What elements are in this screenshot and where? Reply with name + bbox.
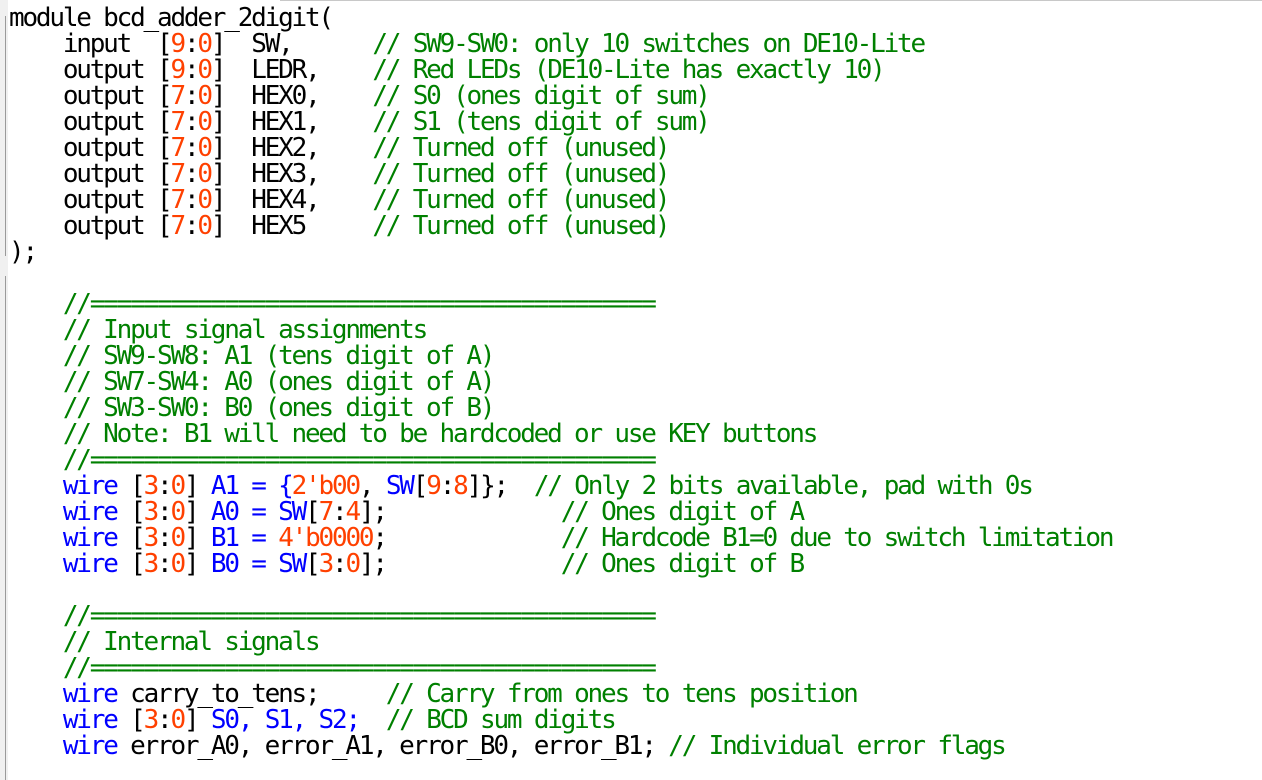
code-line[interactable]: //======================================… — [9, 291, 1112, 317]
editor-gutter — [0, 0, 8, 780]
code-token: ]; — [358, 549, 561, 579]
code-line[interactable]: //======================================… — [9, 603, 1112, 629]
code-text-area[interactable]: module bcd_adder_2digit( input [9:0] SW,… — [9, 5, 1115, 759]
code-line[interactable]: wire [3:0] B0 = SW[3:0]; // Ones digit o… — [9, 551, 1112, 577]
code-token: [ — [157, 211, 173, 241]
code-keyword: B0 = SW — [210, 549, 307, 579]
fold-marker-module-header[interactable] — [5, 16, 6, 256]
code-token: ] — [210, 211, 227, 241]
code-line[interactable]: //======================================… — [9, 655, 1112, 681]
code-comment: // Turned off (unused) — [372, 211, 670, 241]
code-line[interactable]: wire carry_to_tens; // Carry from ones t… — [9, 681, 1112, 707]
code-number: 3 — [143, 549, 160, 579]
code-comment: // Individual error flags — [668, 731, 1007, 761]
code-line[interactable]: wire [3:0] B1 = 4'b0000; // Hardcode B1=… — [9, 525, 1115, 551]
code-token: [ — [116, 549, 146, 579]
code-line[interactable]: // Internal signals — [9, 629, 1112, 655]
code-line[interactable]: output [7:0] HEX2, // Turned off (unused… — [9, 135, 1112, 161]
code-line[interactable]: // Input signal assignments — [9, 317, 1112, 343]
code-line[interactable]: wire error_A0, error_A1, error_B0, error… — [9, 733, 1112, 759]
code-line[interactable] — [9, 577, 1112, 603]
code-number: 0 — [170, 549, 187, 579]
code-number: 3 — [318, 549, 335, 579]
code-comment: // Ones digit of B — [560, 549, 805, 579]
code-keyword: wire — [62, 731, 119, 761]
editor-top-border — [280, 0, 1262, 1]
code-line[interactable]: // SW7-SW4: A0 (ones digit of A) — [9, 369, 1112, 395]
code-line[interactable]: input [9:0] SW, // SW9-SW0: only 10 swit… — [9, 31, 1112, 57]
code-token: : — [183, 211, 200, 241]
code-keyword: wire — [62, 549, 119, 579]
code-line[interactable]: output [7:0] HEX5 // Turned off (unused) — [9, 213, 1112, 239]
code-line[interactable]: // Note: B1 will need to be hardcoded or… — [9, 421, 1112, 447]
code-line[interactable]: wire [3:0] S0, S1, S2; // BCD sum digits — [9, 707, 1112, 733]
code-line[interactable]: module bcd_adder_2digit( — [9, 5, 1112, 31]
code-token: ] — [183, 549, 211, 579]
code-number: 0 — [197, 211, 213, 241]
code-line[interactable]: // SW9-SW8: A1 (tens digit of A) — [9, 343, 1112, 369]
fold-marker-module-body[interactable] — [5, 276, 6, 780]
code-token: : — [332, 549, 348, 579]
code-token: HEX5 — [224, 211, 373, 241]
code-line[interactable]: output [7:0] HEX4, // Turned off (unused… — [9, 187, 1112, 213]
code-token: [ — [305, 549, 321, 579]
code-line[interactable]: //======================================… — [9, 447, 1112, 473]
code-number: 7 — [170, 211, 186, 241]
code-line[interactable]: output [7:0] HEX0, // S0 (ones digit of … — [9, 83, 1112, 109]
code-line[interactable]: output [9:0] LEDR, // Red LEDs (DE10-Lit… — [9, 57, 1112, 83]
code-line[interactable]: wire [3:0] A0 = SW[7:4]; // Ones digit o… — [9, 499, 1112, 525]
code-number: 0 — [345, 549, 362, 579]
code-line[interactable]: ); — [9, 239, 1112, 265]
code-line[interactable]: wire [3:0] A1 = {2'b00, SW[9:8]}; // Onl… — [9, 473, 1112, 499]
code-line[interactable]: // SW3-SW0: B0 (ones digit of B) — [9, 395, 1112, 421]
code-editor[interactable]: module bcd_adder_2digit( input [9:0] SW,… — [0, 0, 1262, 780]
code-line[interactable]: output [7:0] HEX1, // S1 (tens digit of … — [9, 109, 1112, 135]
code-line[interactable] — [9, 265, 1112, 291]
code-token: : — [157, 549, 173, 579]
code-line[interactable]: output [7:0] HEX3, // Turned off (unused… — [9, 161, 1112, 187]
code-token: error_A0, error_A1, error_B0, error_B1; — [116, 731, 669, 761]
